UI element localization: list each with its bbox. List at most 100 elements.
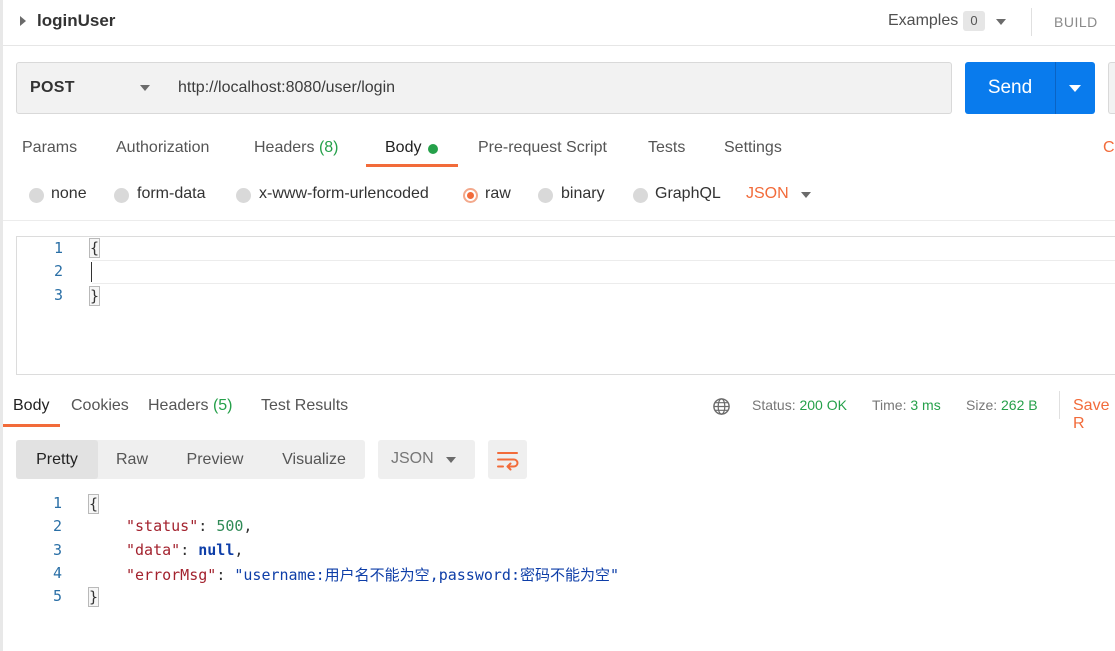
request-title[interactable]: loginUser: [37, 11, 115, 31]
tab-authorization[interactable]: Authorization: [116, 139, 209, 157]
save-response-button[interactable]: Save R: [1073, 397, 1115, 433]
build-button[interactable]: BUILD: [1054, 14, 1098, 30]
tab-tests[interactable]: Tests: [648, 139, 685, 157]
radio-raw[interactable]: [463, 188, 478, 203]
active-line-highlight: [92, 260, 1115, 284]
json-sep: :: [216, 566, 235, 584]
line-number: 3: [53, 286, 63, 304]
radio-urlencoded-label[interactable]: x-www-form-urlencoded: [259, 185, 429, 203]
chevron-down-icon[interactable]: [996, 19, 1006, 25]
radio-form-data[interactable]: [114, 188, 129, 203]
method-select[interactable]: POST: [16, 62, 165, 114]
line-number: 1: [52, 494, 62, 512]
active-tab-underline: [3, 424, 60, 427]
view-visualize-button[interactable]: Visualize: [266, 440, 362, 479]
url-input[interactable]: http://localhost:8080/user/login: [164, 62, 952, 114]
json-value: null: [198, 541, 235, 559]
radio-none-label[interactable]: none: [51, 185, 87, 203]
resp-tab-headers-count: (5): [212, 397, 233, 414]
chevron-down-icon: [140, 85, 150, 91]
line-number: 2: [53, 262, 63, 280]
resp-tab-cookies[interactable]: Cookies: [71, 397, 129, 415]
time-label: Time:: [872, 397, 907, 413]
tab-headers-count: (8): [318, 139, 339, 156]
wrap-lines-button[interactable]: [488, 440, 527, 479]
left-border: [0, 0, 3, 651]
json-trail: ,: [234, 541, 244, 559]
request-body-editor[interactable]: [16, 236, 1115, 375]
json-value: "username:用户名不能为空,password:密码不能为空": [234, 566, 620, 584]
resp-tab-test-results[interactable]: Test Results: [261, 397, 348, 415]
open-brace: {: [89, 238, 101, 258]
response-time: Time: 3 ms: [872, 397, 941, 413]
json-sep: :: [180, 541, 199, 559]
response-format-select[interactable]: JSON: [378, 440, 475, 479]
globe-icon[interactable]: [712, 397, 731, 416]
divider: [3, 220, 1115, 221]
examples-count-badge: 0: [963, 11, 985, 31]
close-brace: }: [88, 587, 100, 607]
response-view-group: Pretty Raw Preview Visualize: [16, 440, 365, 479]
radio-urlencoded[interactable]: [236, 188, 251, 203]
chevron-down-icon: [1069, 85, 1081, 92]
json-key: "status": [126, 517, 199, 535]
resp-tab-body[interactable]: Body: [13, 397, 49, 415]
radio-form-data-label[interactable]: form-data: [137, 185, 205, 203]
text-cursor: [91, 262, 92, 282]
size-label: Size:: [966, 397, 998, 413]
view-preview-button[interactable]: Preview: [168, 440, 262, 479]
view-raw-button[interactable]: Raw: [100, 440, 164, 479]
line-number: 1: [53, 239, 63, 257]
tab-body[interactable]: Body: [385, 139, 421, 157]
tab-params[interactable]: Params: [22, 139, 77, 157]
tab-prerequest-script[interactable]: Pre-request Script: [478, 139, 607, 157]
divider: [1031, 8, 1032, 36]
time-value: 3 ms: [910, 397, 941, 413]
status-value: 200 OK: [799, 397, 847, 413]
open-brace: {: [88, 494, 100, 514]
json-key: "data": [126, 541, 181, 559]
response-format-label: JSON: [391, 450, 434, 467]
radio-binary[interactable]: [538, 188, 553, 203]
line-number: 4: [52, 564, 62, 582]
size-value: 262 B: [1001, 397, 1038, 413]
body-format-select[interactable]: JSON: [746, 185, 789, 203]
radio-graphql[interactable]: [633, 188, 648, 203]
save-button-partial[interactable]: [1108, 62, 1115, 114]
tab-settings[interactable]: Settings: [724, 139, 782, 157]
json-line-data: "data": null,: [126, 541, 243, 559]
radio-binary-label[interactable]: binary: [561, 185, 605, 203]
caret-right-icon[interactable]: [20, 16, 26, 26]
line-number: 3: [52, 541, 62, 559]
tab-headers-label: Headers: [254, 139, 315, 156]
examples-label[interactable]: Examples: [888, 12, 958, 30]
status-label: Status:: [752, 397, 796, 413]
url-text: http://localhost:8080/user/login: [178, 79, 396, 96]
json-trail: ,: [243, 517, 253, 535]
response-size: Size: 262 B: [966, 397, 1038, 413]
view-pretty-button[interactable]: Pretty: [16, 440, 98, 479]
send-button[interactable]: Send: [965, 62, 1055, 114]
method-label: POST: [30, 79, 75, 96]
tab-headers[interactable]: Headers (8): [254, 139, 339, 157]
body-indicator-dot: [428, 144, 438, 154]
resp-tab-headers[interactable]: Headers (5): [148, 397, 233, 415]
json-line-status: "status": 500,: [126, 517, 252, 535]
send-options-button[interactable]: [1055, 62, 1095, 114]
chevron-down-icon: [446, 457, 456, 463]
radio-graphql-label[interactable]: GraphQL: [655, 185, 721, 203]
response-status: Status: 200 OK: [752, 397, 847, 413]
close-brace: }: [89, 286, 101, 306]
json-value: 500: [216, 517, 244, 535]
resp-tab-headers-label: Headers: [148, 397, 209, 414]
json-sep: :: [198, 517, 217, 535]
chevron-down-icon[interactable]: [801, 192, 811, 198]
radio-raw-label[interactable]: raw: [485, 185, 511, 203]
wrap-lines-icon: [497, 452, 519, 471]
cookies-link-partial[interactable]: C: [1103, 139, 1115, 157]
divider: [1059, 391, 1060, 419]
json-key: "errorMsg": [126, 566, 217, 584]
radio-none[interactable]: [29, 188, 44, 203]
line-number: 5: [52, 587, 62, 605]
line-number: 2: [52, 517, 62, 535]
